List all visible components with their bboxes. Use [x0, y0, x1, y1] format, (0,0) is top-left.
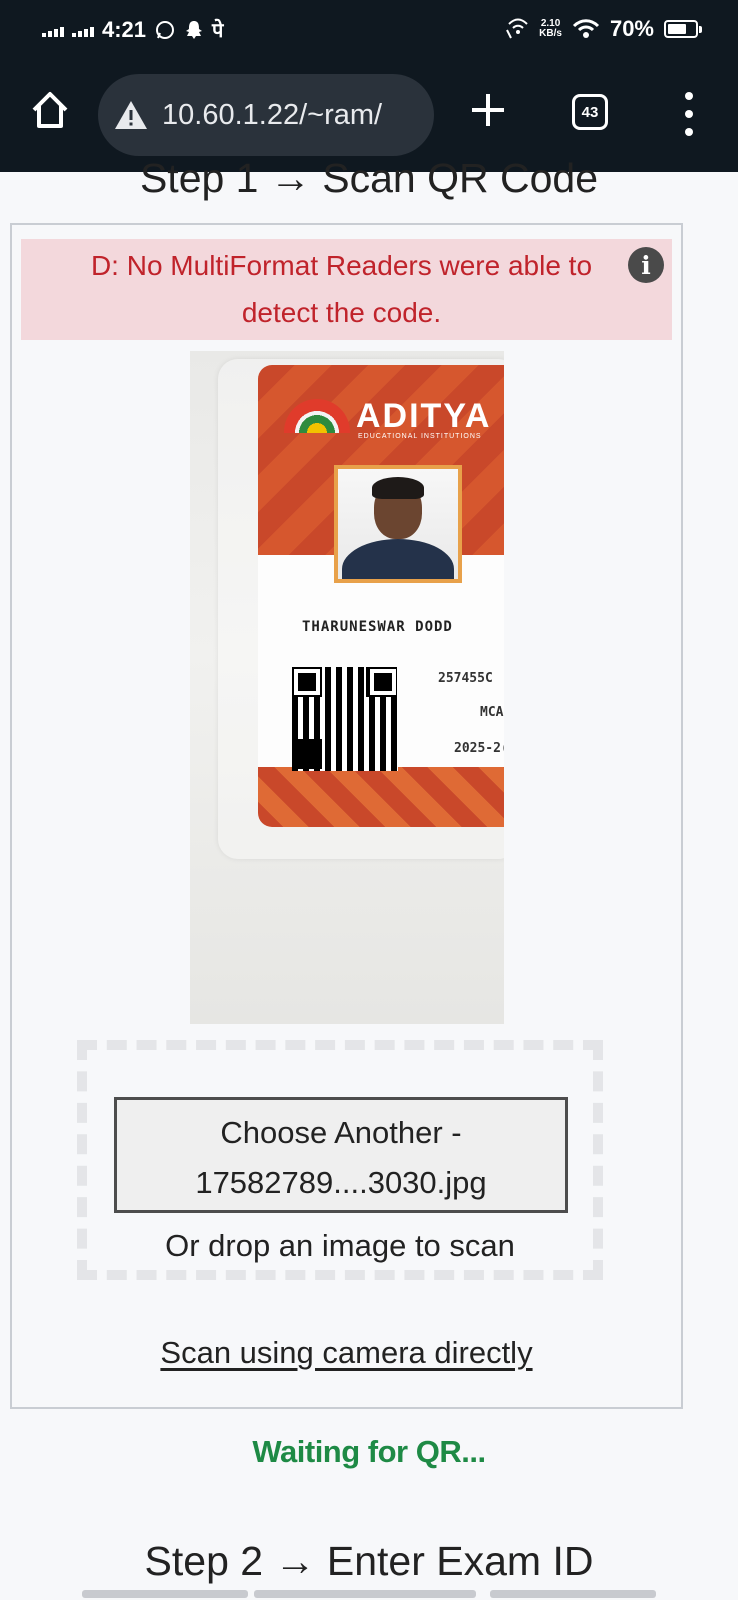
snapchat-icon — [186, 20, 203, 39]
error-alert: D: No MultiFormat Readers were able to d… — [21, 239, 672, 340]
scan-camera-link[interactable]: Scan using camera directly — [10, 1335, 683, 1371]
info-icon[interactable]: i — [628, 247, 664, 283]
step2-input-border-2 — [254, 1590, 476, 1598]
student-course: MCA — [480, 705, 504, 720]
whatsapp-icon — [156, 20, 175, 39]
step1-title: Step 1 → Scan QR Code — [139, 155, 599, 201]
qr-code — [292, 667, 398, 771]
tab-switcher-button[interactable]: 43 — [572, 94, 608, 130]
step2-input-border — [82, 1590, 248, 1598]
scan-status: Waiting for QR... — [252, 1434, 486, 1469]
step2-input-border-3 — [490, 1590, 656, 1598]
net-speed: 2.10 KB/s — [539, 18, 562, 39]
browser-chrome: 4:21 पे 2.10 KB/s 70% 10.60.1.22/~ram/ 43 — [0, 0, 738, 172]
signal-icon — [42, 23, 64, 37]
clock: 4:21 — [102, 16, 147, 42]
signal-icon-2 — [72, 23, 94, 37]
id-card-photo: ADITYA EDUCATIONAL INSTITUTIONS THARUNES… — [258, 365, 504, 827]
student-photo — [334, 465, 462, 583]
institution-name: ADITYA — [356, 397, 492, 435]
error-message: D: No MultiFormat Readers were able to d… — [90, 250, 593, 328]
student-roll: 257455C — [438, 671, 493, 686]
battery-percent: 70% — [609, 16, 654, 41]
student-name: THARUNESWAR DODD — [302, 619, 453, 635]
overflow-menu-icon[interactable] — [674, 92, 704, 136]
status-bar: 4:21 पे 2.10 KB/s 70% — [0, 0, 738, 62]
address-bar[interactable]: 10.60.1.22/~ram/ — [98, 74, 434, 156]
choose-file-button[interactable]: Choose Another - 17582789....3030.jpg — [114, 1097, 568, 1213]
new-tab-icon[interactable] — [464, 86, 512, 134]
institution-subtitle: EDUCATIONAL INSTITUTIONS — [358, 433, 482, 440]
home-icon[interactable] — [28, 88, 72, 132]
scanned-image-preview: ADITYA EDUCATIONAL INSTITUTIONS THARUNES… — [190, 351, 504, 1024]
wifi-icon — [572, 19, 600, 38]
status-glyph: पे — [212, 18, 224, 42]
browser-toolbar: 10.60.1.22/~ram/ 43 — [0, 70, 738, 160]
battery-icon — [664, 20, 702, 38]
student-year: 2025-2( — [454, 741, 504, 756]
step2-title: Step 2 → Enter Exam ID — [144, 1538, 594, 1584]
wifi-calling-icon — [506, 18, 528, 39]
drop-hint: Or drop an image to scan — [165, 1228, 515, 1263]
url-text: 10.60.1.22/~ram/ — [162, 98, 383, 131]
warning-icon[interactable] — [114, 99, 148, 131]
